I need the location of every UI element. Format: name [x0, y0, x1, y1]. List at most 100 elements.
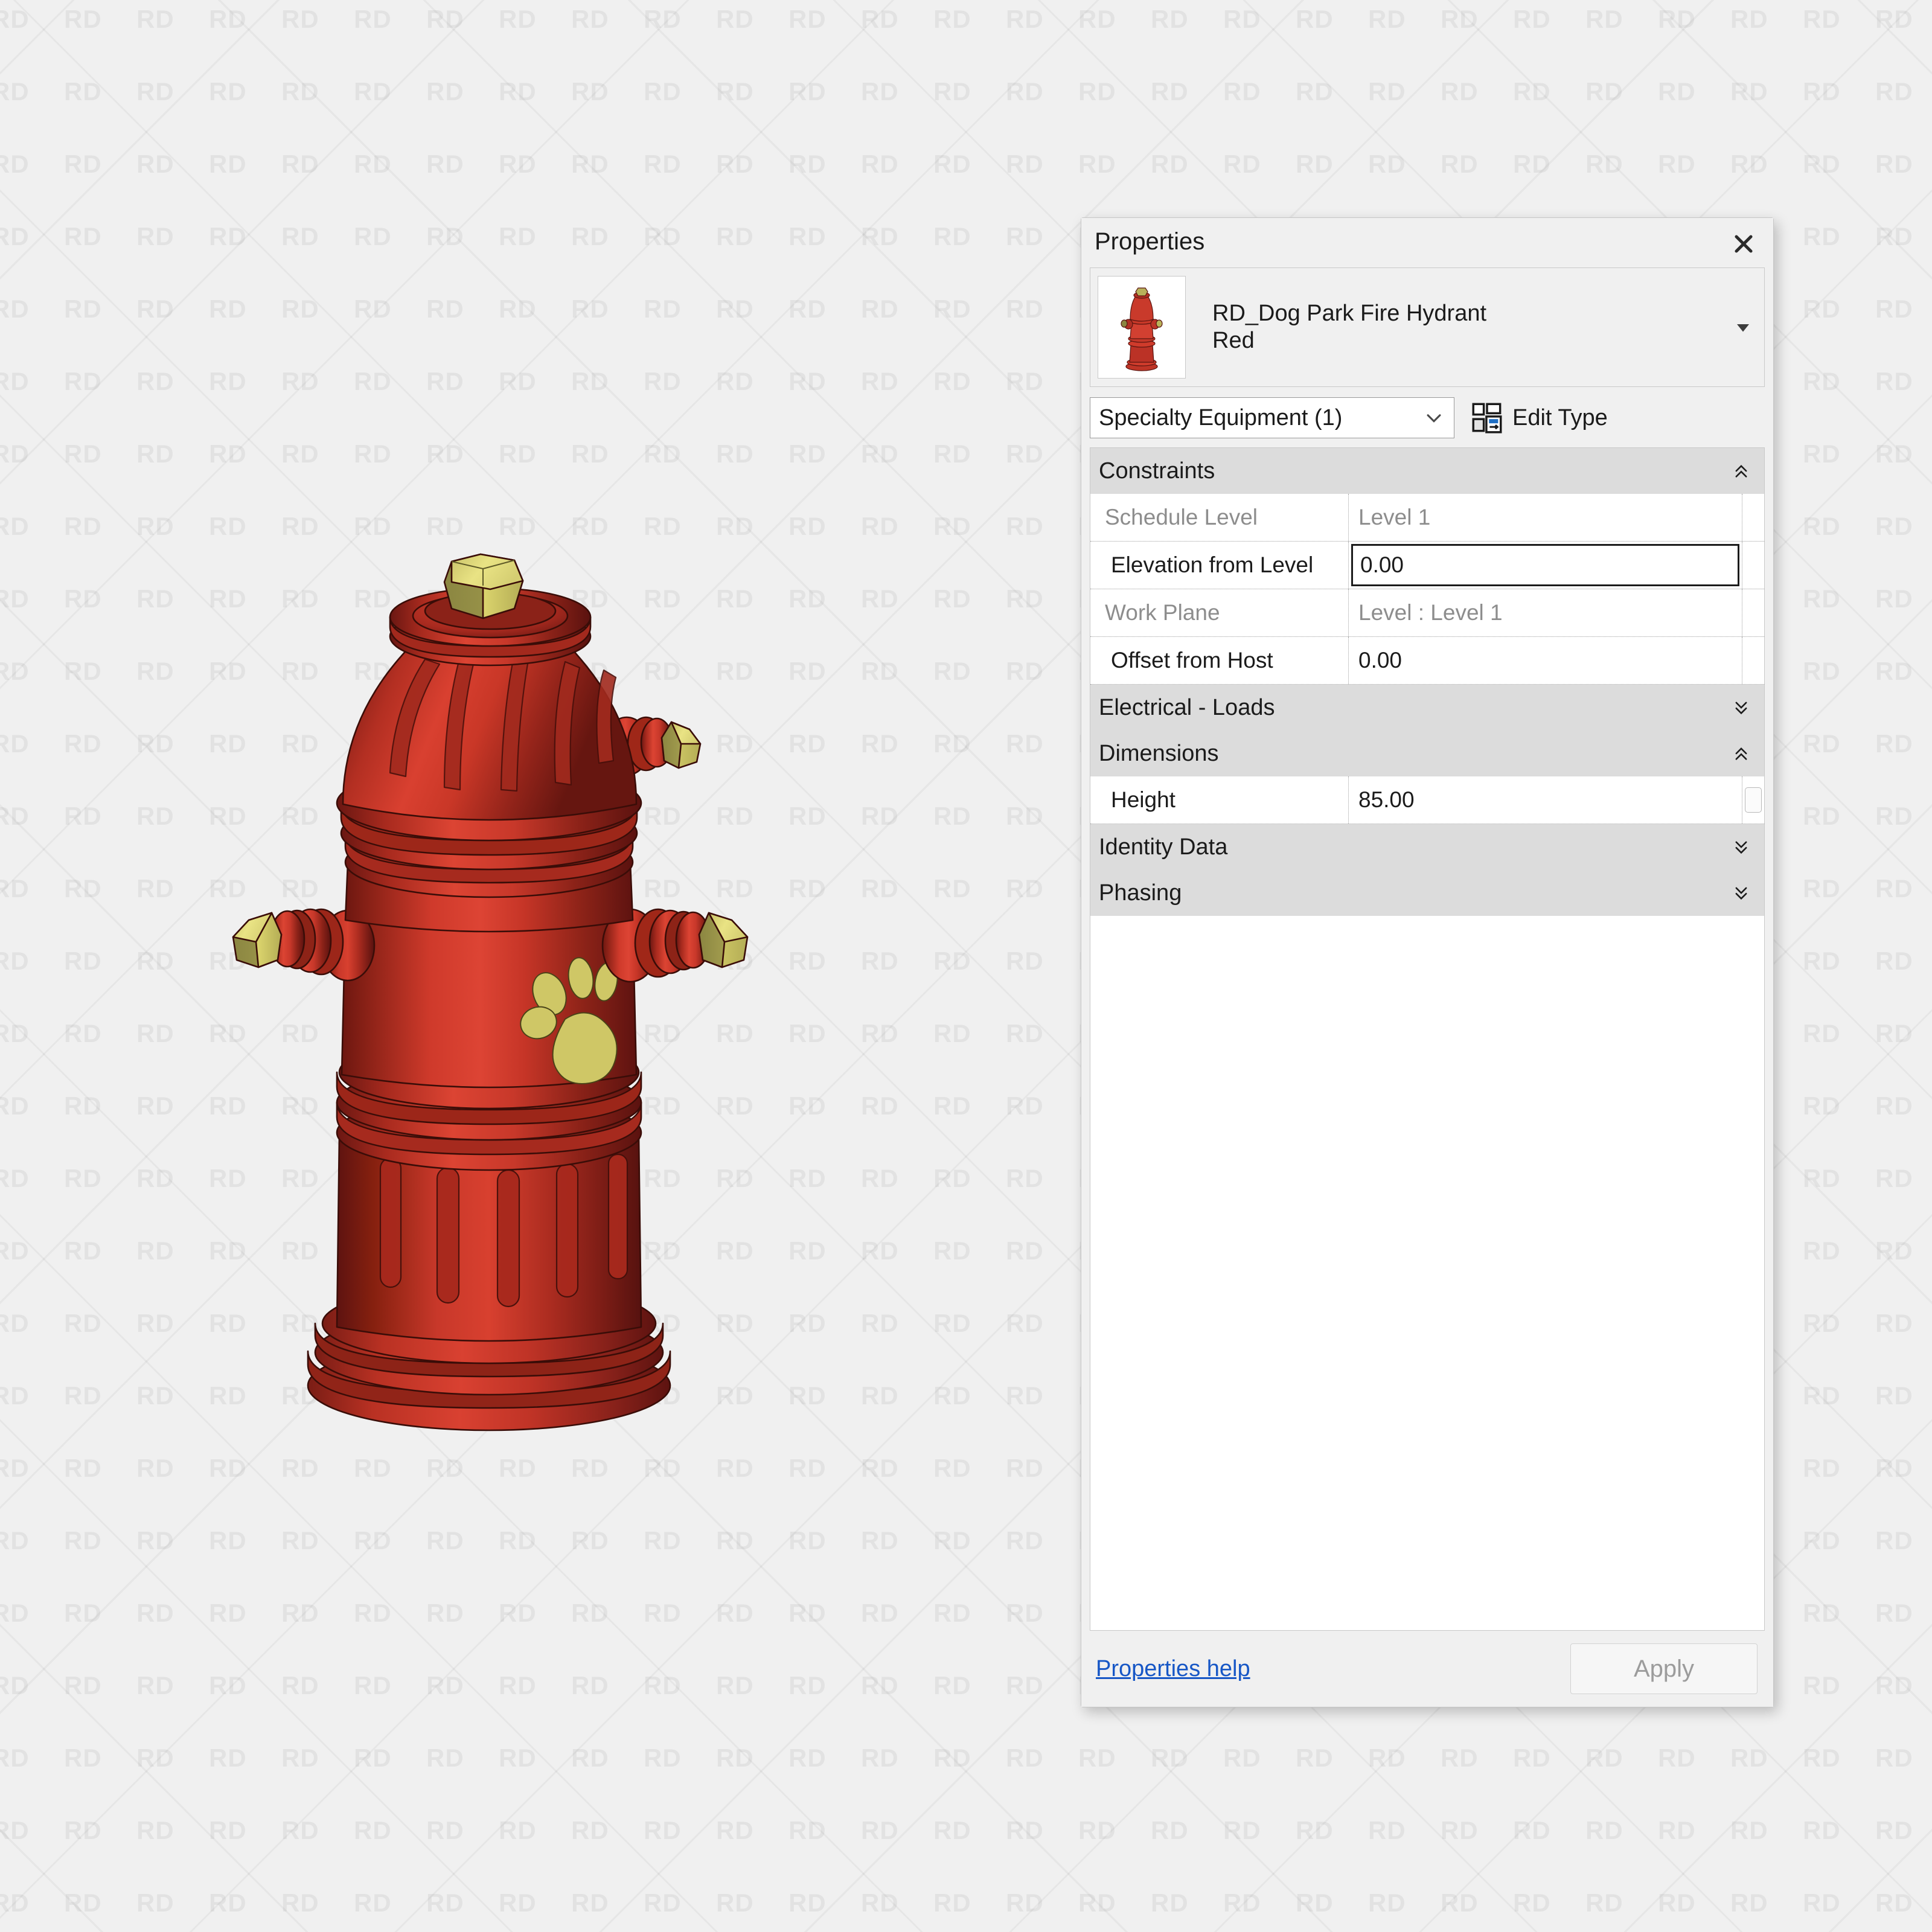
watermark-text: RD	[1803, 77, 1841, 106]
elevation-from-level-input[interactable]: 0.00	[1351, 544, 1739, 586]
property-value-editing[interactable]: 0.00	[1349, 542, 1742, 589]
watermark-text: RD	[1223, 77, 1261, 106]
watermark-text: RD	[1803, 1164, 1841, 1192]
section-header-dimensions[interactable]: Dimensions	[1090, 731, 1764, 776]
watermark-text: RD	[136, 584, 174, 613]
watermark-text: RD	[716, 1599, 754, 1627]
watermark-text: RD	[716, 1671, 754, 1700]
properties-dialog[interactable]: Properties RD_Dog Park Fire Hydrant Red …	[1081, 217, 1774, 1707]
property-value[interactable]: 0.00	[1349, 637, 1742, 684]
section-header-phasing[interactable]: Phasing	[1090, 870, 1764, 916]
watermark-text: RD	[64, 1019, 102, 1048]
table-row[interactable]: Schedule Level Level 1	[1090, 494, 1764, 542]
chevron-double-down-icon[interactable]	[1729, 884, 1753, 901]
watermark-text: RD	[1441, 1889, 1479, 1917]
watermark-text: RD	[209, 222, 247, 251]
watermark-text: RD	[136, 1454, 174, 1482]
watermark-text: RD	[0, 150, 30, 178]
category-row: Specialty Equipment (1) Edit Type	[1090, 395, 1765, 440]
watermark-text: RD	[426, 1889, 464, 1917]
watermark-text: RD	[1875, 1526, 1913, 1555]
type-type-name: Red	[1212, 328, 1255, 353]
watermark-text: RD	[788, 1816, 827, 1844]
watermark-text: RD	[933, 1092, 971, 1120]
property-value[interactable]: 85.00	[1349, 776, 1742, 824]
properties-help-link[interactable]: Properties help	[1096, 1656, 1250, 1682]
section-header-constraints[interactable]: Constraints	[1090, 448, 1764, 494]
watermark-text: RD	[1006, 1454, 1044, 1482]
section-header-electrical-loads[interactable]: Electrical - Loads	[1090, 685, 1764, 731]
watermark-text: RD	[933, 1381, 971, 1410]
watermark-text: RD	[1585, 77, 1623, 106]
watermark-text: RD	[933, 1889, 971, 1917]
close-icon[interactable]	[1727, 228, 1760, 260]
watermark-text: RD	[1875, 1019, 1913, 1048]
chevron-double-up-icon[interactable]	[1729, 745, 1753, 762]
chevron-double-down-icon[interactable]	[1729, 839, 1753, 856]
watermark-text: RD	[0, 874, 30, 903]
watermark-text: RD	[1006, 1744, 1044, 1772]
watermark-text: RD	[1078, 1744, 1116, 1772]
chevron-double-up-icon[interactable]	[1729, 462, 1753, 479]
type-selector-dropdown-icon[interactable]	[1729, 318, 1757, 336]
height-parameter-button[interactable]	[1745, 787, 1762, 813]
watermark-text: RD	[354, 222, 392, 251]
watermark-text: RD	[1078, 1889, 1116, 1917]
watermark-text: RD	[861, 1381, 899, 1410]
chevron-down-icon[interactable]	[1420, 408, 1448, 428]
type-labels: RD_Dog Park Fire Hydrant Red	[1212, 300, 1729, 354]
watermark-text: RD	[1875, 512, 1913, 540]
watermark-text: RD	[354, 295, 392, 323]
type-selector[interactable]: RD_Dog Park Fire Hydrant Red	[1090, 267, 1765, 387]
watermark-text: RD	[1513, 1889, 1551, 1917]
chevron-double-down-icon[interactable]	[1729, 699, 1753, 716]
watermark-text: RD	[1803, 1744, 1841, 1772]
watermark-text: RD	[426, 295, 464, 323]
section-header-identity-data[interactable]: Identity Data	[1090, 824, 1764, 870]
watermark-text: RD	[0, 1019, 30, 1048]
apply-button[interactable]: Apply	[1570, 1643, 1758, 1694]
watermark-text: RD	[933, 1671, 971, 1700]
watermark-text: RD	[1875, 1164, 1913, 1192]
category-combobox[interactable]: Specialty Equipment (1)	[1090, 397, 1454, 438]
table-row[interactable]: Work Plane Level : Level 1	[1090, 589, 1764, 637]
dialog-titlebar[interactable]: Properties	[1081, 218, 1773, 265]
watermark-text: RD	[933, 1744, 971, 1772]
table-row[interactable]: Height 85.00	[1090, 776, 1764, 824]
watermark-text: RD	[1730, 150, 1768, 178]
watermark-text: RD	[1803, 367, 1841, 395]
section-title: Constraints	[1099, 458, 1215, 484]
watermark-text: RD	[136, 1599, 174, 1627]
watermark-text: RD	[1803, 1599, 1841, 1627]
watermark-text: RD	[64, 440, 102, 468]
watermark-text: RD	[1368, 77, 1406, 106]
watermark-text: RD	[136, 1816, 174, 1844]
watermark-text: RD	[1875, 367, 1913, 395]
watermark-text: RD	[861, 1454, 899, 1482]
watermark-text: RD	[64, 222, 102, 251]
watermark-text: RD	[0, 1889, 30, 1917]
watermark-text: RD	[788, 1671, 827, 1700]
watermark-text: RD	[1875, 874, 1913, 903]
watermark-text: RD	[499, 1671, 537, 1700]
property-grid: Constraints Schedule Level Level 1 Eleva…	[1090, 447, 1765, 1631]
edit-type-button[interactable]: Edit Type	[1465, 402, 1608, 433]
watermark-text: RD	[1875, 802, 1913, 830]
table-row[interactable]: Elevation from Level 0.00	[1090, 542, 1764, 589]
property-end-cell	[1742, 589, 1764, 636]
watermark-text: RD	[1151, 1816, 1189, 1844]
watermark-text: RD	[1006, 1381, 1044, 1410]
watermark-text: RD	[499, 1599, 537, 1627]
watermark-text: RD	[1875, 657, 1913, 685]
watermark-text: RD	[933, 947, 971, 975]
watermark-text: RD	[861, 729, 899, 758]
table-row[interactable]: Offset from Host 0.00	[1090, 637, 1764, 685]
watermark-text: RD	[136, 1164, 174, 1192]
watermark-text: RD	[1296, 150, 1334, 178]
watermark-text: RD	[716, 295, 754, 323]
watermark-text: RD	[1151, 1744, 1189, 1772]
watermark-text: RD	[716, 1889, 754, 1917]
watermark-text: RD	[644, 150, 682, 178]
watermark-text: RD	[281, 1744, 319, 1772]
watermark-text: RD	[1006, 367, 1044, 395]
